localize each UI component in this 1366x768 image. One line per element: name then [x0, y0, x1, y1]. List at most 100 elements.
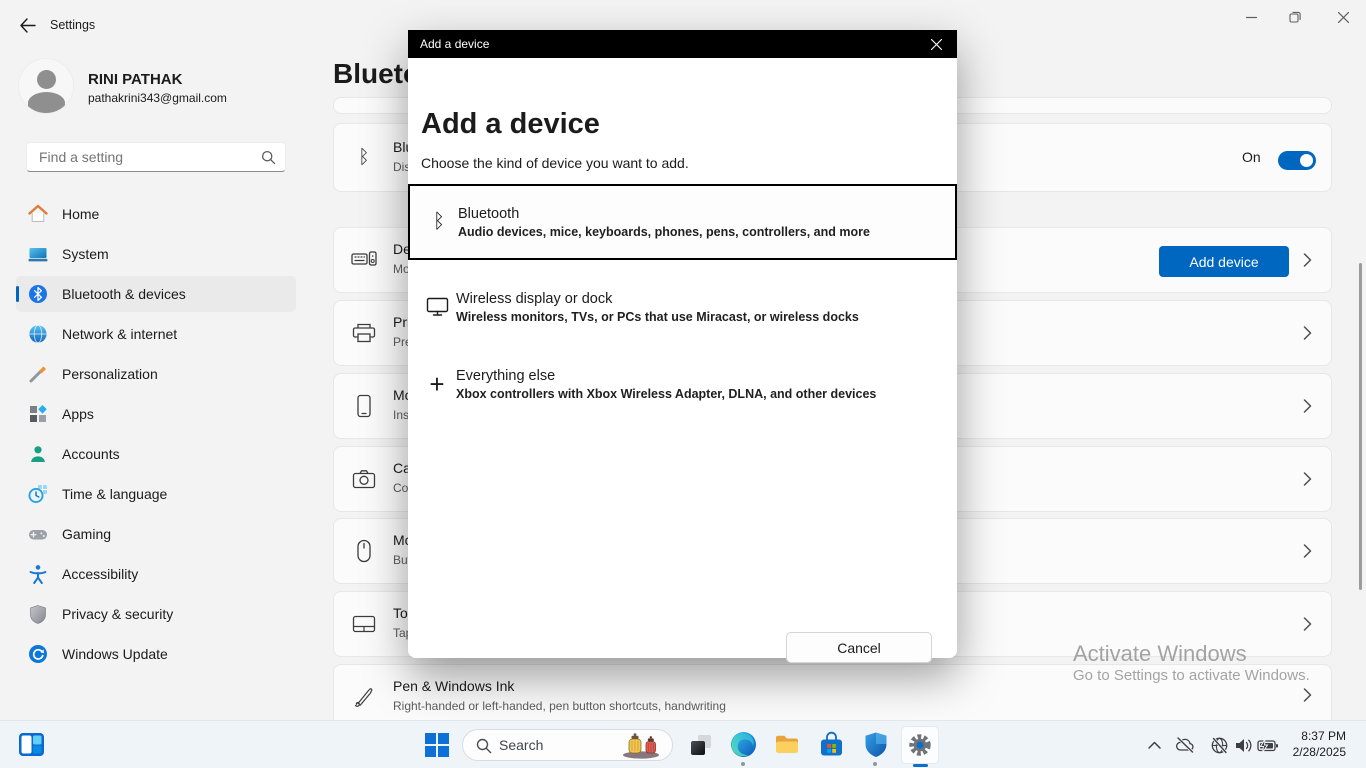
close-icon — [931, 39, 942, 50]
volume-tray-button[interactable] — [1232, 735, 1254, 755]
find-setting-box[interactable] — [26, 142, 286, 172]
user-email: pathakrini343@gmail.com — [88, 91, 227, 105]
edge-icon — [730, 731, 757, 758]
chevron-right-icon — [1303, 399, 1312, 413]
row-title: Pen & Windows Ink — [393, 678, 514, 694]
option-title: Bluetooth — [458, 206, 955, 222]
gaming-controller-icon — [28, 524, 48, 544]
tray-date: 2/28/2025 — [1282, 744, 1346, 760]
folder-icon — [774, 731, 801, 758]
file-explorer-button[interactable] — [774, 731, 801, 758]
cancel-button[interactable]: Cancel — [786, 632, 932, 663]
option-bluetooth[interactable]: ᛒ Bluetooth Audio devices, mice, keyboar… — [408, 184, 957, 260]
settings-gear-icon — [907, 732, 933, 758]
avatar-head — [37, 70, 56, 89]
chevron-right-icon — [1303, 617, 1312, 631]
onedrive-cloud-slash-icon — [1175, 736, 1195, 754]
option-title: Wireless display or dock — [456, 291, 957, 307]
camera-icon — [348, 447, 380, 511]
start-button[interactable] — [424, 732, 450, 758]
chevron-right-icon — [1303, 326, 1312, 340]
sidebar-item-label: Gaming — [62, 526, 111, 542]
personalization-brush-icon — [28, 364, 48, 384]
settings-button[interactable] — [907, 732, 933, 758]
tray-time: 8:37 PM — [1282, 728, 1346, 744]
sidebar-item-time-language[interactable]: Time & language — [16, 476, 296, 512]
sidebar-item-label: Windows Update — [62, 646, 168, 662]
dialog-heading: Add a device — [421, 108, 600, 141]
avatar-body — [28, 92, 65, 114]
store-icon — [818, 731, 845, 758]
security-running-dot — [873, 762, 877, 766]
taskbar: Search — [0, 720, 1366, 768]
search-input[interactable] — [37, 144, 257, 170]
sidebar-nav: Home System Bluetooth & devices Network … — [16, 196, 296, 676]
sidebar-item-accessibility[interactable]: Accessibility — [16, 556, 296, 592]
window-title: Settings — [50, 18, 95, 32]
sidebar-item-label: System — [62, 246, 109, 262]
chevron-right-icon — [1303, 688, 1312, 702]
onedrive-tray-button[interactable] — [1174, 735, 1196, 755]
sidebar-item-label: Network & internet — [62, 326, 177, 342]
option-description: Wireless monitors, TVs, or PCs that use … — [456, 310, 957, 324]
scrollbar-thumb[interactable] — [1359, 263, 1362, 590]
minimize-button[interactable] — [1228, 0, 1274, 34]
back-button[interactable] — [14, 13, 40, 37]
accounts-person-icon — [28, 444, 48, 464]
restore-button[interactable] — [1272, 0, 1318, 34]
privacy-shield-icon — [28, 604, 48, 624]
chevron-right-icon — [1303, 544, 1312, 558]
row-subtitle: Right-handed or left-handed, pen button … — [393, 699, 726, 713]
devices-icon — [348, 228, 380, 292]
close-window-button[interactable] — [1320, 0, 1366, 34]
bluetooth-row-icon: ᛒ — [348, 124, 380, 191]
sidebar-item-system[interactable]: System — [16, 236, 296, 272]
taskbar-search[interactable]: Search — [462, 729, 673, 761]
home-icon — [28, 204, 48, 224]
taskbar-search-label: Search — [499, 737, 543, 753]
network-tray-button[interactable] — [1208, 735, 1230, 755]
edge-button[interactable] — [730, 731, 757, 758]
tray-clock[interactable]: 8:37 PM 2/28/2025 — [1282, 728, 1346, 760]
security-shield-icon — [863, 731, 889, 758]
minimize-icon — [1246, 12, 1257, 23]
bluetooth-toggle[interactable] — [1278, 151, 1316, 170]
chevron-right-icon — [1303, 472, 1312, 486]
sidebar-item-personalization[interactable]: Personalization — [16, 356, 296, 392]
sidebar-item-accounts[interactable]: Accounts — [16, 436, 296, 472]
dialog-body: Add a device Choose the kind of device y… — [408, 58, 957, 658]
option-everything-else[interactable]: + Everything else Xbox controllers with … — [408, 350, 957, 418]
dialog-titlebar-label: Add a device — [420, 30, 489, 58]
battery-tray-button[interactable] — [1256, 735, 1280, 755]
widgets-icon — [18, 731, 45, 758]
apps-grid-icon — [28, 404, 48, 424]
sidebar-item-windows-update[interactable]: Windows Update — [16, 636, 296, 672]
option-description: Xbox controllers with Xbox Wireless Adap… — [456, 387, 957, 401]
windows-security-button[interactable] — [862, 731, 889, 758]
mouse-icon — [348, 519, 380, 583]
tray-show-hidden-icons[interactable] — [1144, 736, 1164, 754]
toggle-state-label: On — [1242, 149, 1261, 165]
widgets-button[interactable] — [18, 731, 45, 758]
add-device-button[interactable]: Add device — [1159, 246, 1289, 277]
windows-logo-icon — [425, 733, 449, 757]
settings-window: Settings RINI PATHAK pathakrini343@gmail… — [0, 0, 1366, 768]
option-wireless-display[interactable]: Wireless display or dock Wireless monito… — [408, 273, 957, 341]
sidebar-item-gaming[interactable]: Gaming — [16, 516, 296, 552]
sidebar-item-bluetooth-devices[interactable]: Bluetooth & devices — [16, 276, 296, 312]
option-title: Everything else — [456, 368, 957, 384]
windows-update-icon — [28, 644, 48, 664]
activate-watermark-line2: Go to Settings to activate Windows. — [1073, 667, 1310, 684]
dialog-close-button[interactable] — [915, 30, 957, 58]
plus-icon: + — [424, 374, 450, 394]
sidebar-item-network[interactable]: Network & internet — [16, 316, 296, 352]
sidebar-item-privacy-security[interactable]: Privacy & security — [16, 596, 296, 632]
sidebar-item-home[interactable]: Home — [16, 196, 296, 232]
search-icon — [476, 738, 492, 754]
microsoft-store-button[interactable] — [818, 731, 845, 758]
avatar[interactable] — [18, 58, 74, 114]
sidebar-item-apps[interactable]: Apps — [16, 396, 296, 432]
speaker-icon — [1234, 737, 1253, 754]
battery-charging-icon — [1257, 737, 1279, 754]
task-view-button[interactable] — [688, 732, 714, 758]
